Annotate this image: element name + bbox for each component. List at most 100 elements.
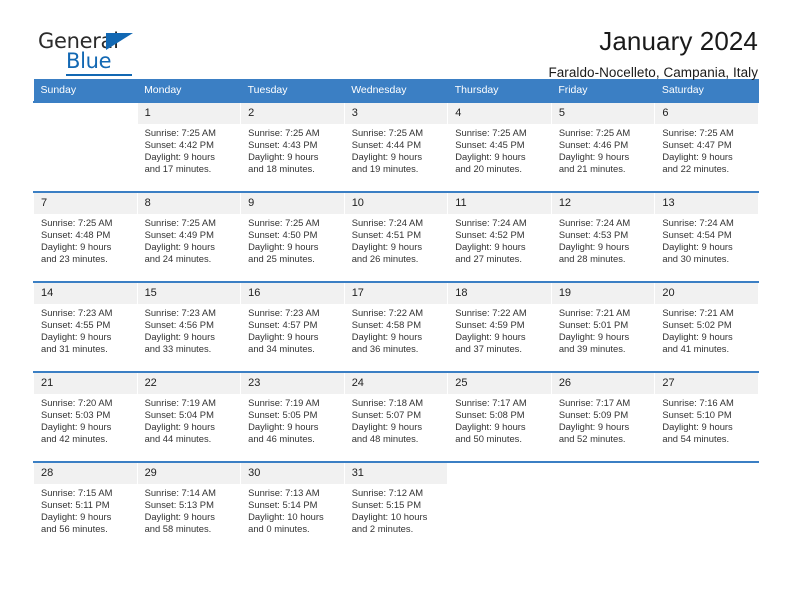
calendar-day-cell[interactable]: 15 Sunrise: 7:23 AM Sunset: 4:56 PM Dayligh… xyxy=(136,281,242,372)
day-cell-content: 25 Sunrise: 7:17 AM Sunset: 5:08 PM Dayligh… xyxy=(448,373,551,461)
daylight-text-line1: Daylight: 9 hours xyxy=(144,331,215,343)
day-sun-info: Sunrise: 7:19 AM Sunset: 5:05 PM Daylight:… xyxy=(241,394,344,445)
day-cell-content: 9 Sunrise: 7:25 AM Sunset: 4:50 PM Daylight… xyxy=(241,193,344,281)
calendar-empty-cell xyxy=(447,461,552,552)
day-sun-info: Sunrise: 7:22 AM Sunset: 4:58 PM Daylight:… xyxy=(345,304,448,355)
calendar-day-cell[interactable]: 12 Sunrise: 7:24 AM Sunset: 4:53 PM Dayligh… xyxy=(550,191,656,282)
daylight-text-line2: and 21 minutes. xyxy=(558,163,626,175)
sunset-text: Sunset: 4:45 PM xyxy=(455,139,525,151)
day-sun-info: Sunrise: 7:17 AM Sunset: 5:09 PM Daylight:… xyxy=(552,394,655,445)
daylight-text-line1: Daylight: 9 hours xyxy=(144,421,215,433)
sunset-text: Sunset: 4:47 PM xyxy=(662,139,732,151)
daylight-text-line1: Daylight: 9 hours xyxy=(248,151,319,163)
day-number: 20 xyxy=(655,283,758,304)
calendar-day-cell[interactable]: 19 Sunrise: 7:21 AM Sunset: 5:01 PM Dayligh… xyxy=(550,281,656,372)
sunrise-text: Sunrise: 7:17 AM xyxy=(558,397,631,408)
calendar-day-cell[interactable]: 22 Sunrise: 7:19 AM Sunset: 5:04 PM Dayligh… xyxy=(136,371,242,462)
calendar-day-cell[interactable]: 2 Sunrise: 7:25 AM Sunset: 4:43 PM Daylight… xyxy=(240,101,345,192)
sunset-text: Sunset: 4:51 PM xyxy=(351,229,421,241)
calendar-day-cell[interactable]: 17 Sunrise: 7:22 AM Sunset: 4:58 PM Dayligh… xyxy=(343,281,449,372)
day-sun-info: Sunrise: 7:21 AM Sunset: 5:01 PM Daylight:… xyxy=(552,304,655,355)
calendar-day-cell[interactable]: 3 Sunrise: 7:25 AM Sunset: 4:44 PM Daylight… xyxy=(343,101,449,192)
day-sun-info: Sunrise: 7:25 AM Sunset: 4:44 PM Daylight:… xyxy=(345,124,448,175)
day-cell-content xyxy=(552,463,655,551)
day-cell-content: 12 Sunrise: 7:24 AM Sunset: 4:53 PM Dayligh… xyxy=(551,193,655,281)
calendar-day-cell[interactable]: 27 Sunrise: 7:16 AM Sunset: 5:10 PM Dayligh… xyxy=(654,371,759,462)
calendar-day-cell[interactable]: 18 Sunrise: 7:22 AM Sunset: 4:59 PM Dayligh… xyxy=(447,281,552,372)
daylight-text-line2: and 26 minutes. xyxy=(351,253,419,265)
sunrise-text: Sunrise: 7:24 AM xyxy=(558,217,631,228)
day-sun-info: Sunrise: 7:17 AM Sunset: 5:08 PM Daylight:… xyxy=(448,394,551,445)
calendar-day-cell[interactable]: 24 Sunrise: 7:18 AM Sunset: 5:07 PM Dayligh… xyxy=(343,371,449,462)
day-number: 13 xyxy=(655,193,758,214)
daylight-text-line1: Daylight: 9 hours xyxy=(248,241,319,253)
weekday-header-friday: Friday xyxy=(551,79,655,102)
calendar-day-cell[interactable]: 4 Sunrise: 7:25 AM Sunset: 4:45 PM Daylight… xyxy=(447,101,552,192)
calendar-day-cell[interactable]: 10 Sunrise: 7:24 AM Sunset: 4:51 PM Dayligh… xyxy=(343,191,449,282)
daylight-text-line1: Daylight: 10 hours xyxy=(351,511,428,523)
day-cell-content xyxy=(34,103,137,191)
calendar-day-cell[interactable]: 5 Sunrise: 7:25 AM Sunset: 4:46 PM Daylight… xyxy=(550,101,656,192)
day-number: 12 xyxy=(551,193,655,214)
page-header: General Blue January 2024 Faraldo-Nocell… xyxy=(33,0,759,80)
calendar-day-cell[interactable]: 20 Sunrise: 7:21 AM Sunset: 5:02 PM Dayligh… xyxy=(654,281,759,372)
daylight-text-line2: and 36 minutes. xyxy=(351,343,419,355)
calendar-day-cell[interactable]: 8 Sunrise: 7:25 AM Sunset: 4:49 PM Daylight… xyxy=(136,191,242,282)
day-sun-info xyxy=(34,124,137,127)
calendar-day-cell[interactable]: 23 Sunrise: 7:19 AM Sunset: 5:05 PM Dayligh… xyxy=(240,371,345,462)
day-cell-content: 16 Sunrise: 7:23 AM Sunset: 4:57 PM Dayligh… xyxy=(241,283,344,371)
day-cell-content: 7 Sunrise: 7:25 AM Sunset: 4:48 PM Daylight… xyxy=(34,193,137,281)
day-number: 29 xyxy=(137,463,241,484)
daylight-text-line2: and 19 minutes. xyxy=(351,163,419,175)
calendar-table: Sunday Monday Tuesday Wednesday Thursday… xyxy=(33,79,759,552)
calendar-week-row: 1 Sunrise: 7:25 AM Sunset: 4:42 PM Daylight… xyxy=(33,101,759,192)
sunrise-text: Sunrise: 7:14 AM xyxy=(144,487,216,498)
daylight-text-line2: and 58 minutes. xyxy=(144,523,212,535)
day-sun-info: Sunrise: 7:25 AM Sunset: 4:43 PM Daylight:… xyxy=(241,124,344,175)
calendar-day-cell[interactable]: 13 Sunrise: 7:24 AM Sunset: 4:54 PM Dayligh… xyxy=(654,191,759,282)
calendar-day-cell[interactable]: 14 Sunrise: 7:23 AM Sunset: 4:55 PM Dayligh… xyxy=(33,281,138,372)
sunrise-text: Sunrise: 7:25 AM xyxy=(144,217,216,228)
calendar-day-cell[interactable]: 1 Sunrise: 7:25 AM Sunset: 4:42 PM Daylight… xyxy=(136,101,242,192)
calendar-day-cell[interactable]: 31 Sunrise: 7:12 AM Sunset: 5:15 PM Dayligh… xyxy=(343,461,449,552)
sunrise-text: Sunrise: 7:23 AM xyxy=(144,307,216,318)
day-cell-content: 27 Sunrise: 7:16 AM Sunset: 5:10 PM Dayligh… xyxy=(655,373,758,461)
day-number: 9 xyxy=(241,193,344,214)
calendar-day-cell[interactable]: 7 Sunrise: 7:25 AM Sunset: 4:48 PM Daylight… xyxy=(33,191,138,282)
sunrise-text: Sunrise: 7:20 AM xyxy=(41,397,113,408)
calendar-day-cell[interactable]: 25 Sunrise: 7:17 AM Sunset: 5:08 PM Dayligh… xyxy=(447,371,552,462)
daylight-text-line2: and 46 minutes. xyxy=(248,433,315,445)
sunset-text: Sunset: 4:49 PM xyxy=(144,229,214,241)
sunset-text: Sunset: 4:53 PM xyxy=(558,229,629,241)
calendar-day-cell[interactable]: 11 Sunrise: 7:24 AM Sunset: 4:52 PM Dayligh… xyxy=(447,191,552,282)
calendar-day-cell[interactable]: 26 Sunrise: 7:17 AM Sunset: 5:09 PM Dayligh… xyxy=(550,371,656,462)
day-sun-info: Sunrise: 7:23 AM Sunset: 4:55 PM Daylight:… xyxy=(34,304,137,355)
sunset-text: Sunset: 5:13 PM xyxy=(144,499,214,511)
daylight-text-line2: and 34 minutes. xyxy=(248,343,315,355)
sunrise-text: Sunrise: 7:24 AM xyxy=(455,217,527,228)
calendar-day-cell[interactable]: 21 Sunrise: 7:20 AM Sunset: 5:03 PM Dayligh… xyxy=(33,371,138,462)
day-sun-info: Sunrise: 7:25 AM Sunset: 4:48 PM Daylight:… xyxy=(34,214,137,265)
day-cell-content: 28 Sunrise: 7:15 AM Sunset: 5:11 PM Dayligh… xyxy=(34,463,137,551)
calendar-day-cell[interactable]: 9 Sunrise: 7:25 AM Sunset: 4:50 PM Daylight… xyxy=(240,191,345,282)
calendar-day-cell[interactable]: 6 Sunrise: 7:25 AM Sunset: 4:47 PM Daylight… xyxy=(654,101,759,192)
sunrise-text: Sunrise: 7:24 AM xyxy=(662,217,734,228)
day-cell-content: 8 Sunrise: 7:25 AM Sunset: 4:49 PM Daylight… xyxy=(137,193,241,281)
calendar-day-cell[interactable]: 30 Sunrise: 7:13 AM Sunset: 5:14 PM Dayligh… xyxy=(240,461,345,552)
sunrise-text: Sunrise: 7:22 AM xyxy=(351,307,424,318)
day-number: 19 xyxy=(551,283,655,304)
day-number: 1 xyxy=(137,103,241,124)
day-sun-info: Sunrise: 7:23 AM Sunset: 4:57 PM Daylight:… xyxy=(241,304,344,355)
day-cell-content: 26 Sunrise: 7:17 AM Sunset: 5:09 PM Dayligh… xyxy=(551,373,655,461)
daylight-text-line2: and 30 minutes. xyxy=(662,253,730,265)
general-blue-logo[interactable]: General Blue xyxy=(33,27,153,79)
day-cell-content: 4 Sunrise: 7:25 AM Sunset: 4:45 PM Daylight… xyxy=(448,103,551,191)
daylight-text-line1: Daylight: 9 hours xyxy=(455,241,526,253)
day-sun-info: Sunrise: 7:24 AM Sunset: 4:52 PM Daylight:… xyxy=(448,214,551,265)
calendar-day-cell[interactable]: 28 Sunrise: 7:15 AM Sunset: 5:11 PM Dayligh… xyxy=(33,461,138,552)
calendar-day-cell[interactable]: 16 Sunrise: 7:23 AM Sunset: 4:57 PM Dayligh… xyxy=(240,281,345,372)
sunrise-text: Sunrise: 7:17 AM xyxy=(455,397,527,408)
calendar-day-cell[interactable]: 29 Sunrise: 7:14 AM Sunset: 5:13 PM Dayligh… xyxy=(136,461,242,552)
sunset-text: Sunset: 4:50 PM xyxy=(248,229,318,241)
day-cell-content: 15 Sunrise: 7:23 AM Sunset: 4:56 PM Dayligh… xyxy=(137,283,241,371)
